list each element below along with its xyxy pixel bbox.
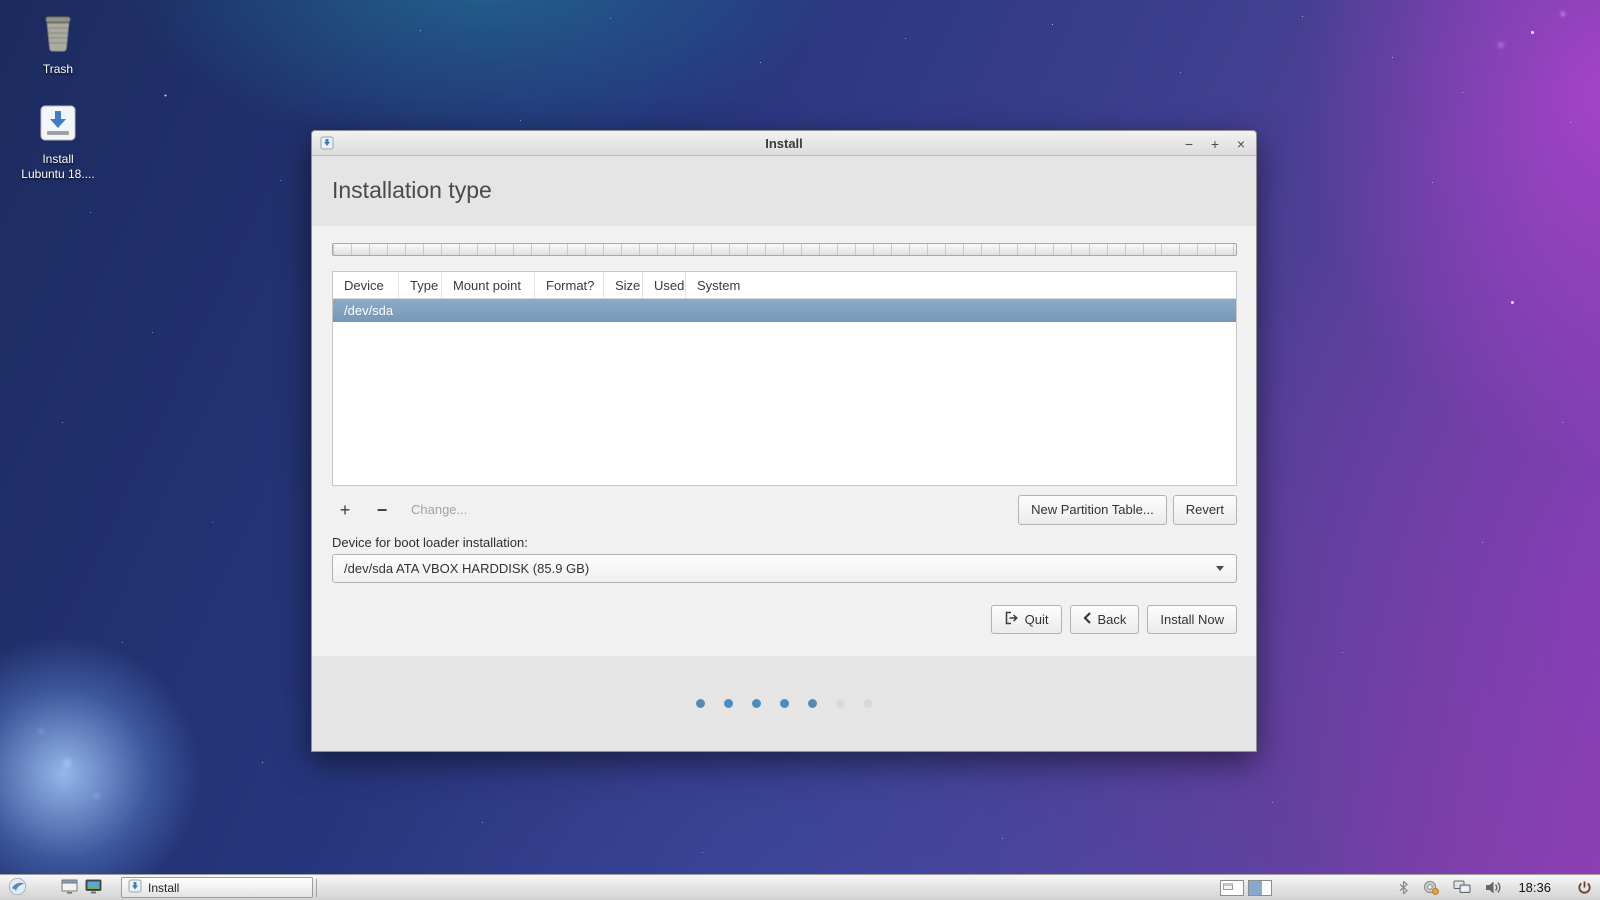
bootloader-label: Device for boot loader installation: [332, 535, 528, 550]
column-system[interactable]: System [686, 272, 1236, 298]
remove-partition-button[interactable]: − [369, 497, 395, 523]
chevron-left-icon [1082, 612, 1092, 627]
taskbar-tray: 18:36 [1220, 875, 1600, 900]
page-header: Installation type [312, 156, 1256, 226]
progress-dot [695, 699, 705, 708]
partition-table-header: Device Type Mount point Format? Size Use… [333, 272, 1236, 299]
new-partition-table-button[interactable]: New Partition Table... [1018, 494, 1167, 525]
quit-label: Quit [1024, 612, 1049, 627]
desktop: Trash Install Lubuntu 18.... Install − +… [0, 0, 1600, 900]
pager-window-icon [1223, 882, 1234, 890]
back-button[interactable]: Back [1069, 605, 1140, 634]
page-title: Installation type [332, 177, 492, 203]
quit-icon [1004, 611, 1019, 628]
window-disk-icon [320, 136, 334, 155]
start-menu-button[interactable] [1, 876, 33, 900]
starfield-bright [0, 0, 2, 2]
partition-size-bar [332, 243, 1237, 256]
trash-label: Trash [42, 62, 74, 76]
progress-dot [723, 699, 733, 708]
bootloader-device-value: /dev/sda ATA VBOX HARDDISK (85.9 GB) [344, 561, 590, 576]
change-partition-button[interactable]: Change... [411, 502, 467, 517]
pager-desktop-2[interactable] [1248, 879, 1273, 896]
taskbar: Install 18:36 [0, 874, 1600, 900]
chevron-down-icon [1216, 566, 1224, 571]
update-notifier-icon[interactable] [1423, 880, 1440, 895]
column-device[interactable]: Device [333, 272, 399, 298]
desktop-launcher[interactable] [81, 876, 105, 900]
progress-dot [807, 699, 817, 708]
minimize-button[interactable]: − [1182, 134, 1196, 154]
column-mount-point[interactable]: Mount point [442, 272, 535, 298]
close-button[interactable]: × [1234, 134, 1248, 154]
progress-dot [751, 699, 761, 708]
column-size[interactable]: Size [604, 272, 643, 298]
volume-icon[interactable] [1485, 880, 1502, 895]
quit-button[interactable]: Quit [990, 605, 1062, 634]
progress-dot [863, 699, 873, 708]
installer-window: Install − + × Installation type Device T… [311, 130, 1257, 752]
pager-desktop-1[interactable] [1220, 879, 1245, 896]
partition-toolbar: + − Change... New Partition Table... Rev… [332, 494, 1237, 525]
bootloader-device-select[interactable]: /dev/sda ATA VBOX HARDDISK (85.9 GB) [332, 554, 1237, 583]
monitor-icon [85, 879, 102, 897]
taskbar-separator [316, 878, 317, 897]
progress-dots [312, 656, 1256, 708]
installer-content: Device Type Mount point Format? Size Use… [312, 226, 1256, 656]
trash-icon [39, 12, 77, 59]
install-now-button[interactable]: Install Now [1147, 605, 1237, 634]
installer-cd-icon [38, 104, 78, 149]
device-cell: /dev/sda [344, 303, 394, 318]
clock[interactable]: 18:36 [1518, 880, 1551, 895]
file-manager-launcher[interactable] [57, 876, 81, 900]
revert-button[interactable]: Revert [1172, 494, 1237, 525]
install-label: Install Lubuntu 18.... [21, 152, 95, 181]
column-used[interactable]: Used [643, 272, 686, 298]
bluetooth-icon[interactable] [1398, 880, 1409, 895]
task-label: Install [148, 880, 180, 895]
progress-dot [779, 699, 789, 708]
column-format[interactable]: Format? [535, 272, 604, 298]
back-label: Back [1097, 612, 1127, 627]
partition-table: Device Type Mount point Format? Size Use… [332, 271, 1237, 486]
desktop-pager [1220, 879, 1273, 896]
progress-dot [835, 699, 845, 708]
nav-buttons: Quit Back Install Now [332, 605, 1237, 634]
desktop-icon-install[interactable]: Install Lubuntu 18.... [10, 104, 106, 182]
network-icon[interactable] [1453, 880, 1471, 895]
lubuntu-logo-icon [8, 877, 27, 899]
add-partition-button[interactable]: + [332, 497, 358, 523]
file-manager-icon [61, 879, 78, 897]
maximize-button[interactable]: + [1208, 134, 1222, 154]
titlebar[interactable]: Install − + × [312, 131, 1256, 156]
desktop-icon-trash[interactable]: Trash [10, 12, 106, 77]
table-row-dev-sda[interactable]: /dev/sda [333, 299, 1236, 322]
installer-footer [312, 656, 1256, 751]
column-type[interactable]: Type [399, 272, 442, 298]
power-icon[interactable] [1577, 880, 1592, 895]
taskbar-task-install[interactable]: Install [121, 877, 313, 898]
window-title: Install [765, 135, 803, 151]
installer-task-icon [128, 879, 142, 896]
